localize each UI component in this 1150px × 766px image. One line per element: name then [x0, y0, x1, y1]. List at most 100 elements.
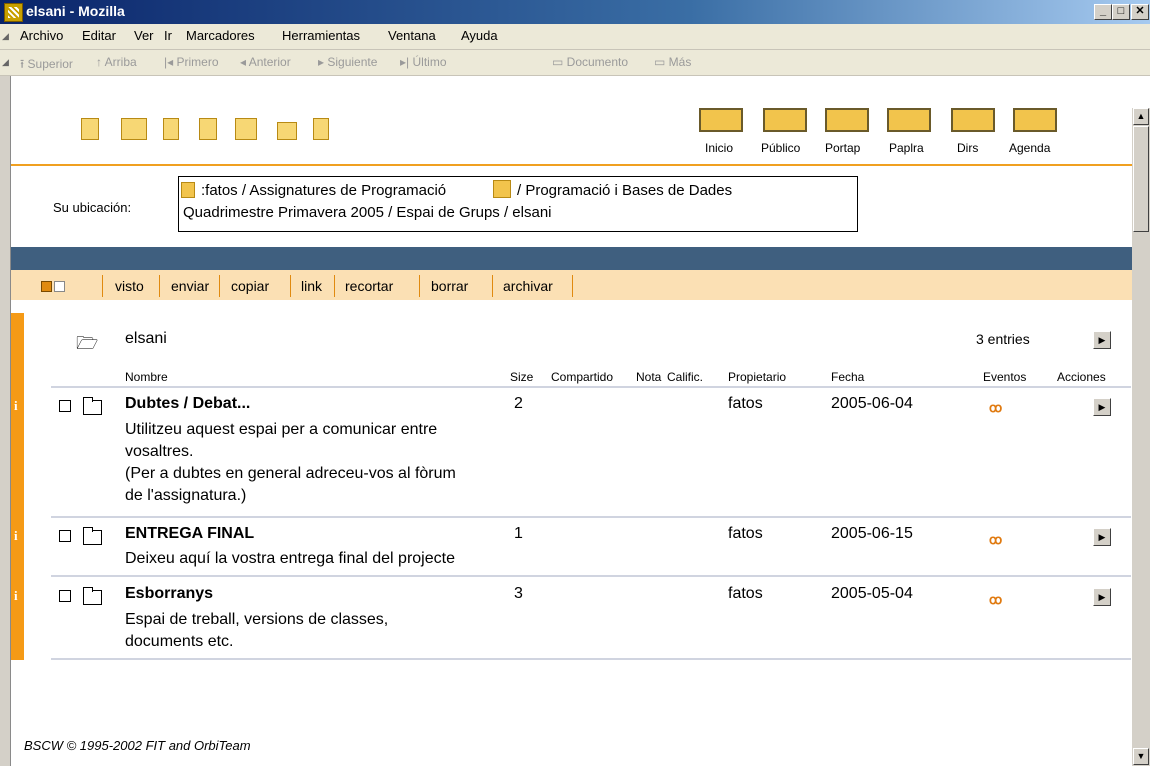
select-all-icon[interactable] — [41, 281, 52, 292]
action-borrar[interactable]: borrar — [431, 278, 468, 294]
column-header-note[interactable]: Nota — [636, 370, 661, 384]
folder-icon[interactable] — [83, 397, 102, 415]
row-owner[interactable]: fatos — [728, 585, 763, 603]
row-checkbox[interactable] — [59, 590, 71, 602]
divider — [159, 275, 160, 297]
info-icon[interactable]: i — [14, 588, 18, 604]
folder-icon[interactable] — [83, 527, 102, 545]
info-icon[interactable]: i — [14, 398, 18, 414]
inicio-icon[interactable] — [699, 108, 743, 132]
separator-bar — [11, 247, 1132, 270]
dirs-icon[interactable] — [951, 108, 995, 132]
info-icon[interactable] — [81, 118, 99, 140]
next-icon: ▸ — [318, 55, 328, 69]
new-document-icon[interactable] — [313, 118, 329, 140]
glasses-icon[interactable]: ꝏ — [989, 592, 1002, 608]
scroll-thumb[interactable] — [1133, 126, 1149, 232]
scroll-up-button[interactable]: ▲ — [1133, 108, 1149, 125]
breadcrumb-part-1[interactable]: :fatos / Assignatures de Programació — [201, 182, 446, 199]
group-icon[interactable] — [235, 118, 257, 140]
home-icon[interactable] — [181, 182, 195, 198]
menu-marcadores[interactable]: Marcadores — [186, 28, 255, 43]
key-icon[interactable] — [163, 118, 179, 140]
nav-dirs-label[interactable]: Dirs — [957, 141, 978, 155]
row-actions-arrow[interactable]: ▶ — [1093, 398, 1111, 416]
action-enviar[interactable]: enviar — [171, 278, 209, 294]
previous-icon: ◂ — [240, 55, 249, 69]
nav-portap-label[interactable]: Portap — [825, 141, 860, 155]
nav-publico-label[interactable]: Público — [761, 141, 800, 155]
action-visto[interactable]: visto — [115, 278, 144, 294]
menu-ir[interactable]: Ir — [164, 28, 172, 43]
menu-ayuda[interactable]: Ayuda — [461, 28, 498, 43]
nav-superior[interactable]: ⭱ Superior — [20, 55, 73, 76]
nav-siguiente[interactable]: ▸ Siguiente — [318, 55, 377, 69]
row-owner[interactable]: fatos — [728, 395, 763, 413]
folder-icon[interactable] — [83, 587, 102, 605]
row-checkbox[interactable] — [59, 530, 71, 542]
location-label: Su ubicación: — [53, 200, 132, 215]
menu-bar — [0, 24, 1150, 50]
column-header-actions[interactable]: Acciones — [1057, 370, 1106, 384]
column-header-name[interactable]: Nombre — [125, 370, 168, 384]
folder-actions-arrow[interactable]: ▶ — [1093, 331, 1111, 349]
divider — [51, 386, 1131, 388]
nav-primero[interactable]: |◂ Primero — [164, 55, 219, 69]
close-button[interactable]: ✕ — [1131, 4, 1149, 20]
row-name[interactable]: Dubtes / Debat... — [125, 395, 250, 413]
column-header-events[interactable]: Eventos — [983, 370, 1026, 384]
publico-icon[interactable] — [763, 108, 807, 132]
menu-archivo[interactable]: Archivo — [20, 28, 63, 43]
menu-herramientas[interactable]: Herramientas — [282, 28, 360, 43]
row-owner[interactable]: fatos — [728, 525, 763, 543]
action-archivar[interactable]: archivar — [503, 278, 553, 294]
column-header-owner[interactable]: Propietario — [728, 370, 786, 384]
nav-paplra-label[interactable]: Paplra — [889, 141, 924, 155]
agenda-icon[interactable] — [1013, 108, 1057, 132]
members-icon[interactable] — [199, 118, 217, 140]
row-actions-arrow[interactable]: ▶ — [1093, 528, 1111, 546]
menu-editar[interactable]: Editar — [82, 28, 116, 43]
maximize-button[interactable]: □ — [1112, 4, 1130, 20]
nav-anterior[interactable]: ◂ Anterior — [240, 55, 291, 69]
group-icon — [493, 180, 511, 198]
column-header-shared[interactable]: Compartido — [551, 370, 613, 384]
minimize-button[interactable]: _ — [1094, 4, 1112, 20]
toolbar-grip-icon[interactable]: ◢ — [2, 50, 9, 75]
row-name[interactable]: Esborranys — [125, 585, 213, 603]
nav-ultimo[interactable]: ▸| Último — [400, 55, 447, 69]
row-actions-arrow[interactable]: ▶ — [1093, 588, 1111, 606]
add-member-icon[interactable] — [121, 118, 147, 140]
toolbar-grip-icon[interactable]: ◢ — [2, 24, 9, 49]
row-name[interactable]: ENTREGA FINAL — [125, 525, 254, 543]
column-header-rating[interactable]: Calific. — [667, 370, 703, 384]
divider — [51, 516, 1131, 518]
nav-inicio-label[interactable]: Inicio — [705, 141, 733, 155]
menu-ventana[interactable]: Ventana — [388, 28, 436, 43]
divider — [419, 275, 420, 297]
row-checkbox[interactable] — [59, 400, 71, 412]
action-recortar[interactable]: recortar — [345, 278, 393, 294]
breadcrumb-part-2[interactable]: / Programació i Bases de Dades — [517, 182, 732, 199]
nav-mas[interactable]: ▭ Más — [654, 55, 691, 69]
nav-documento[interactable]: ▭ Documento — [552, 55, 628, 69]
new-folder-icon[interactable] — [277, 122, 297, 140]
first-icon: |◂ — [164, 55, 177, 69]
scroll-down-button[interactable]: ▼ — [1133, 748, 1149, 765]
action-link[interactable]: link — [301, 278, 322, 294]
nav-arriba[interactable]: ↑ Arriba — [96, 55, 137, 69]
info-icon[interactable]: i — [14, 528, 18, 544]
menu-ver[interactable]: Ver — [134, 28, 154, 43]
deselect-all-icon[interactable] — [54, 281, 65, 292]
breadcrumb-line-2[interactable]: Quadrimestre Primavera 2005 / Espai de G… — [183, 204, 552, 221]
column-header-date[interactable]: Fecha — [831, 370, 864, 384]
row-description: Deixeu aquí la vostra entrega final del … — [125, 550, 455, 567]
portap-icon[interactable] — [825, 108, 869, 132]
info-column — [11, 313, 24, 660]
glasses-icon[interactable]: ꝏ — [989, 532, 1002, 548]
nav-agenda-label[interactable]: Agenda — [1009, 141, 1050, 155]
glasses-icon[interactable]: ꝏ — [989, 400, 1002, 416]
column-header-size[interactable]: Size — [510, 370, 533, 384]
paplra-icon[interactable] — [887, 108, 931, 132]
action-copiar[interactable]: copiar — [231, 278, 269, 294]
